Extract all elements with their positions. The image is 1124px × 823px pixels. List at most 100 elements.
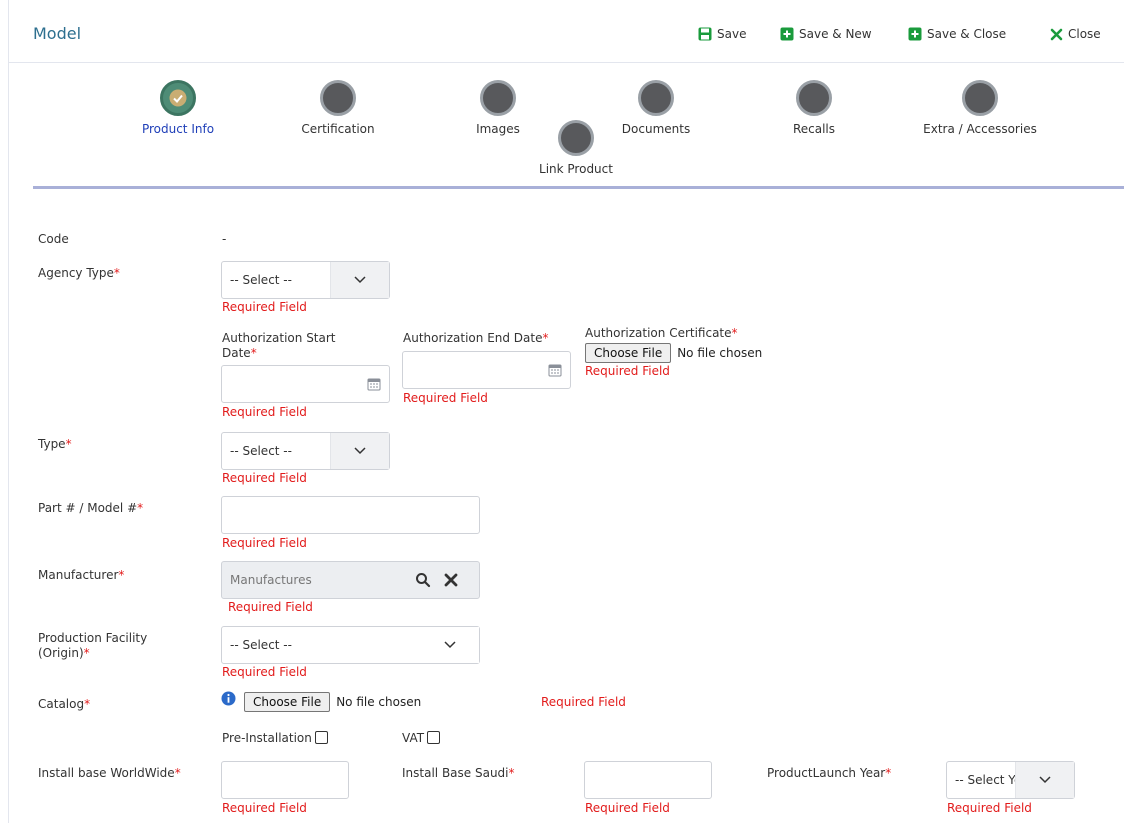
install-worldwide-error: Required Field (222, 801, 307, 815)
required-asterisk: * (250, 346, 257, 360)
clear-icon[interactable] (444, 573, 458, 587)
search-icon[interactable] (415, 572, 431, 588)
catalog-error: Required Field (541, 695, 626, 709)
type-error: Required Field (222, 471, 307, 485)
agency-type-error: Required Field (222, 300, 307, 314)
agency-type-text: Agency Type (38, 266, 114, 280)
step-label: Recalls (792, 122, 836, 136)
catalog-file-input[interactable]: Choose File No file chosen (244, 692, 421, 712)
manufacturer-label: Manufacturer* (38, 568, 124, 583)
calendar-icon[interactable] (548, 363, 562, 377)
choose-file-button[interactable]: Choose File (585, 343, 672, 363)
part-model-label: Part # / Model #* (38, 501, 143, 516)
code-value: - (222, 232, 227, 246)
close-icon (1050, 28, 1063, 40)
agency-type-select[interactable]: -- Select -- (221, 261, 390, 299)
required-asterisk: * (84, 697, 91, 711)
save-close-button[interactable]: Save & Close (908, 27, 1006, 41)
step-extra-accessories[interactable]: Extra / Accessories (910, 80, 1050, 136)
chevron-down-icon (330, 433, 389, 469)
launch-year-select[interactable]: -- Select Year-- (946, 761, 1075, 799)
auth-start-error: Required Field (222, 405, 307, 419)
part-model-input[interactable] (221, 496, 480, 534)
pre-installation-option[interactable]: Pre-Installation (222, 731, 328, 746)
vat-option[interactable]: VAT (402, 731, 441, 746)
vat-checkbox[interactable] (427, 731, 441, 744)
save-close-icon (908, 27, 922, 41)
required-asterisk: * (885, 766, 892, 780)
manufacturer-lookup[interactable]: Manufactures (221, 561, 480, 599)
auth-end-date-input[interactable] (402, 351, 571, 389)
required-asterisk: * (174, 766, 181, 780)
catalog-label: Catalog* (38, 697, 90, 712)
type-select-value: -- Select -- (230, 444, 292, 458)
manufacturer-error: Required Field (228, 600, 313, 614)
save-label: Save (717, 27, 747, 41)
install-worldwide-label: Install base WorldWide* (38, 766, 181, 781)
step-recalls[interactable]: Recalls (764, 80, 864, 136)
type-text: Type (38, 437, 66, 451)
launch-year-label: ProductLaunch Year* (767, 766, 891, 781)
auth-end-text: Authorization End Date (403, 331, 543, 345)
auth-end-error: Required Field (403, 391, 488, 405)
save-button[interactable]: Save (698, 27, 746, 41)
close-label: Close (1068, 27, 1101, 41)
required-asterisk: * (65, 437, 72, 451)
page-title: Model (33, 24, 82, 43)
pre-installation-checkbox[interactable] (314, 731, 328, 744)
step-certification[interactable]: Certification (288, 80, 388, 136)
step-label: Certification (301, 122, 375, 136)
code-label: Code (38, 232, 69, 246)
required-asterisk: * (508, 766, 515, 780)
step-product-info[interactable]: Product Info (128, 80, 228, 136)
required-asterisk: * (137, 501, 144, 515)
catalog-text: Catalog (38, 697, 85, 711)
install-worldwide-input[interactable] (221, 761, 349, 799)
launch-year-error: Required Field (947, 801, 1032, 815)
auth-end-label: Authorization End Date* (403, 331, 549, 346)
choose-file-button[interactable]: Choose File (244, 692, 331, 712)
manufacturer-placeholder: Manufactures (230, 573, 312, 587)
step-label: Product Info (141, 122, 215, 136)
vat-label: VAT (402, 731, 425, 745)
part-model-error: Required Field (222, 536, 307, 550)
production-facility-select-value: -- Select -- (230, 638, 292, 652)
step-circle (796, 80, 832, 116)
agency-type-label: Agency Type* (38, 266, 120, 281)
save-close-label: Save & Close (927, 27, 1007, 41)
install-saudi-label: Install Base Saudi* (402, 766, 515, 781)
required-asterisk: * (731, 326, 738, 340)
production-facility-select[interactable]: -- Select -- (221, 626, 480, 664)
step-circle (558, 120, 594, 156)
launch-year-text: ProductLaunch Year (767, 766, 886, 780)
install-saudi-input[interactable] (584, 761, 712, 799)
no-file-text: No file chosen (336, 695, 422, 709)
save-new-label: Save & New (799, 27, 872, 41)
type-select[interactable]: -- Select -- (221, 432, 390, 470)
step-circle (160, 80, 196, 116)
chevron-down-icon (1015, 762, 1074, 798)
save-new-icon (780, 27, 794, 41)
close-button[interactable]: Close (1050, 27, 1101, 41)
step-circle (320, 80, 356, 116)
auth-start-date-input[interactable] (221, 365, 390, 403)
step-circle (480, 80, 516, 116)
required-asterisk: * (118, 568, 125, 582)
install-saudi-error: Required Field (585, 801, 670, 815)
auth-cert-text: Authorization Certificate (585, 326, 732, 340)
install-worldwide-text: Install base WorldWide (38, 766, 175, 780)
header: Model Save Save & New Save & Close Close (8, 0, 1124, 63)
save-new-button[interactable]: Save & New (780, 27, 872, 41)
auth-cert-file-input[interactable]: Choose File No file chosen (585, 343, 762, 363)
production-facility-text: Production Facility (Origin) (38, 631, 148, 660)
production-facility-label: Production Facility (Origin)* (38, 631, 198, 661)
step-circle (638, 80, 674, 116)
calendar-icon[interactable] (367, 377, 381, 391)
chevron-down-icon (330, 262, 389, 298)
production-facility-error: Required Field (222, 665, 307, 679)
auth-start-text: Authorization Start Date (222, 331, 336, 360)
step-label: Extra / Accessories (923, 122, 1037, 136)
check-icon (169, 89, 187, 107)
info-icon[interactable] (221, 691, 236, 706)
step-link-product[interactable]: Link Product (526, 120, 626, 176)
